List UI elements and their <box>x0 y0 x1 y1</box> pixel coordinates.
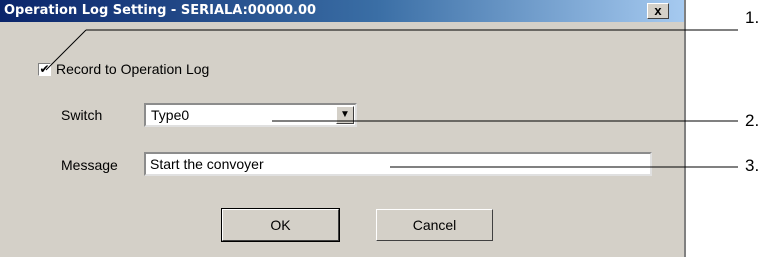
callout-2: 2. <box>745 111 760 130</box>
callout-leaders <box>45 29 738 168</box>
callout-3: 3. <box>745 156 760 175</box>
callout-leader-1-diagonal <box>45 29 87 71</box>
callout-1: 1. <box>745 8 760 27</box>
